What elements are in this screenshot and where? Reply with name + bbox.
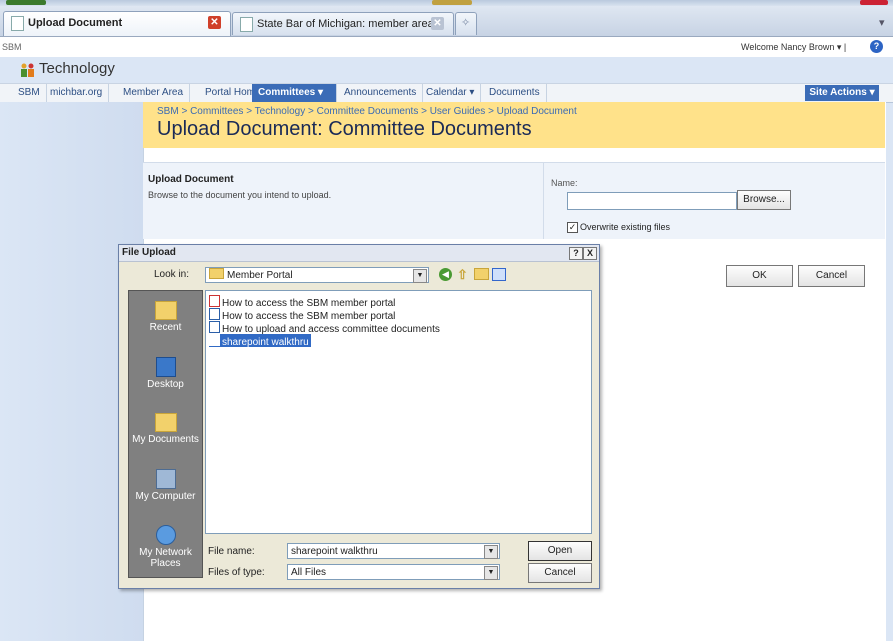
new-tab-icon: ✧ (461, 17, 471, 29)
recent-icon (154, 301, 177, 320)
file-name: sharepoint walkthru (222, 337, 309, 348)
folder-icon (209, 268, 224, 279)
file-upload-dialog[interactable]: File Upload ? X Look in: Member Portal ▼… (118, 244, 600, 589)
page-icon (240, 17, 253, 32)
nav-committees[interactable]: Committees ▾ (252, 84, 337, 102)
tab-upload-document[interactable]: Upload Document ✕ (3, 11, 231, 36)
breadcrumb[interactable]: SBM > Committees > Technology > Committe… (157, 106, 577, 117)
sharepoint-people-icon (21, 63, 34, 77)
name-label: Name: (551, 178, 578, 188)
cancel-button[interactable]: Cancel (798, 265, 865, 287)
help-button[interactable]: ? (569, 247, 583, 260)
look-in-label: Look in: (154, 269, 190, 280)
nav-member-area[interactable]: Member Area (117, 84, 191, 102)
dialog-cancel-button[interactable]: Cancel (528, 563, 592, 583)
place-recent[interactable]: Recent (129, 301, 202, 333)
overwrite-checkbox[interactable]: ✓ (567, 222, 578, 233)
place-desktop[interactable]: Desktop (129, 357, 202, 390)
tab-label: Upload Document (28, 17, 123, 29)
site-actions-menu[interactable]: Site Actions ▾ (805, 85, 879, 101)
top-navigation: SBM michbar.org Member Area Portal Home … (0, 83, 893, 103)
file-type-value: All Files (291, 567, 327, 578)
page-title: Upload Document: Committee Documents (157, 118, 532, 140)
list-item[interactable]: How to upload and access committee docum… (209, 321, 442, 335)
section-title: Upload Document (148, 174, 234, 185)
back-button[interactable] (6, 0, 46, 5)
place-my-documents[interactable]: My Documents (129, 413, 202, 445)
overwrite-label: Overwrite existing files (580, 222, 671, 232)
toolbar-icon[interactable] (860, 0, 888, 5)
nav-sbm[interactable]: SBM (12, 84, 47, 102)
back-arrow-icon[interactable]: ◀ (439, 268, 452, 281)
place-label: My Computer (135, 491, 196, 502)
chevron-down-icon[interactable]: ▼ (484, 545, 498, 559)
toolbar-icon[interactable] (432, 0, 472, 5)
desktop-icon (155, 357, 176, 377)
page-icon (11, 16, 24, 31)
chevron-down-icon[interactable]: ▼ (413, 269, 427, 283)
look-in-value: Member Portal (227, 270, 293, 281)
list-item[interactable]: How to access the SBM member portal (209, 295, 397, 309)
welcome-menu[interactable]: Welcome Nancy Brown ▾ | (741, 42, 846, 53)
site-collection-link[interactable]: SBM (2, 42, 22, 52)
up-folder-icon[interactable]: ⇧ (457, 267, 468, 283)
view-menu-icon[interactable] (492, 268, 506, 281)
tab-label: State Bar of Michigan: member area (257, 18, 434, 30)
ok-button[interactable]: OK (726, 265, 793, 287)
place-label: My Network Places (139, 547, 192, 569)
section-description: Browse to the document you intend to upl… (148, 190, 332, 200)
list-item-selected[interactable]: sharepoint walkthru (209, 334, 311, 348)
upload-form-section: Upload Document Browse to the document y… (143, 162, 885, 239)
file-name-value: sharepoint walkthru (291, 546, 378, 557)
dialog-title-bar[interactable]: File Upload ? X (119, 245, 599, 262)
places-bar: Recent Desktop My Documents My Computer … (128, 290, 203, 578)
tab-list-icon[interactable]: ▾ (879, 16, 889, 29)
nav-calendar-label: Calendar (426, 87, 467, 98)
file-name-label: File name: (208, 546, 255, 557)
file-type-label: Files of type: (208, 567, 265, 578)
file-path-input[interactable] (567, 192, 737, 210)
global-site-bar: SBM Welcome Nancy Brown ▾ | ? (0, 37, 893, 57)
dialog-title: File Upload (122, 247, 176, 258)
chevron-down-icon[interactable]: ▼ (484, 566, 498, 580)
file-list[interactable]: How to access the SBM member portal How … (205, 290, 592, 534)
my-computer-icon (155, 469, 176, 489)
word-doc-icon (209, 334, 220, 346)
nav-calendar[interactable]: Calendar ▾ (420, 84, 482, 102)
pdf-icon (209, 295, 220, 307)
place-label: Desktop (147, 379, 184, 390)
open-button[interactable]: Open (528, 541, 592, 561)
site-title: Technology (39, 60, 115, 77)
nav-documents[interactable]: Documents (483, 84, 547, 102)
help-icon[interactable]: ? (870, 40, 883, 53)
network-places-icon (155, 525, 176, 545)
file-type-select[interactable]: All Files ▼ (287, 564, 500, 580)
nav-committees-label: Committees (258, 87, 316, 98)
place-label: My Documents (132, 434, 199, 445)
word-doc-icon (209, 308, 220, 320)
place-my-network-places[interactable]: My Network Places (129, 525, 202, 569)
nav-announcements[interactable]: Announcements (338, 84, 424, 102)
place-my-computer[interactable]: My Computer (129, 469, 202, 502)
section-divider (543, 163, 544, 239)
new-tab-button[interactable]: ✧ (455, 12, 477, 35)
browse-button[interactable]: Browse... (737, 190, 791, 210)
browser-tab-strip: Upload Document ✕ State Bar of Michigan:… (0, 6, 893, 37)
place-label: Recent (149, 322, 182, 333)
look-in-dropdown[interactable]: Member Portal ▼ (205, 267, 429, 283)
site-actions-label: Site Actions (809, 87, 867, 98)
new-folder-icon[interactable] (474, 268, 489, 280)
list-item[interactable]: How to access the SBM member portal (209, 308, 397, 322)
tab-state-bar[interactable]: State Bar of Michigan: member area ✕ (232, 12, 454, 35)
close-tab-icon[interactable]: ✕ (431, 17, 444, 30)
dialog-close-button[interactable]: X (583, 247, 597, 260)
my-documents-icon (154, 413, 177, 432)
close-tab-icon[interactable]: ✕ (208, 16, 221, 29)
welcome-text: Welcome Nancy Brown (741, 42, 835, 52)
nav-michbar[interactable]: michbar.org (44, 84, 110, 102)
file-name-input[interactable]: sharepoint walkthru ▼ (287, 543, 500, 559)
word-doc-icon (209, 321, 220, 333)
